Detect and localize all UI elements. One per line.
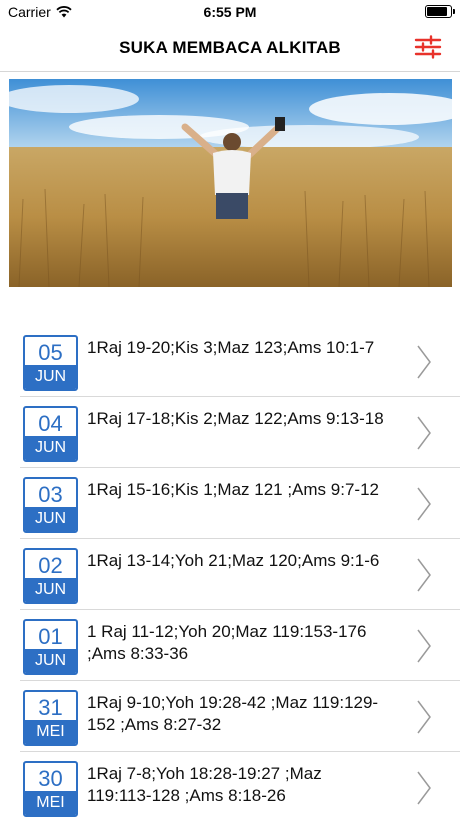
filter-button[interactable] [414, 35, 442, 59]
date-badge: 30 MEI [23, 761, 78, 817]
list-item[interactable]: 02 JUN 1Raj 13-14;Yoh 21;Maz 120;Ams 9:1-6 [20, 539, 460, 610]
date-badge: 01 JUN [23, 619, 78, 675]
chevron-right-icon [417, 771, 431, 805]
chevron-right-icon [417, 487, 431, 521]
list-item[interactable]: 04 JUN 1Raj 17-18;Kis 2;Maz 122;Ams 9:13-1… [20, 397, 460, 468]
status-time: 6:55 PM [203, 4, 257, 20]
list-item[interactable]: 01 JUN 1 Raj 11-12;Yoh 20;Maz 119:153-176 … [20, 610, 460, 681]
chevron-right-icon [417, 416, 431, 450]
reading-passages: 1Raj 7-8;Yoh 18:28-19:27 ;Maz 119:113-12… [87, 764, 322, 805]
battery-icon [425, 5, 455, 18]
date-badge: 02 JUN [23, 548, 78, 604]
date-month: JUN [25, 649, 76, 673]
list-item[interactable]: 30 MEI 1Raj 7-8;Yoh 18:28-19:27 ;Maz 119:1… [20, 752, 460, 818]
date-month: MEI [25, 720, 76, 744]
list-item[interactable]: 05 JUN 1Raj 19-20;Kis 3;Maz 123;Ams 10:1-7 [20, 326, 460, 397]
battery-level [427, 7, 447, 16]
navigation-bar: SUKA MEMBACA ALKITAB [0, 24, 460, 72]
date-badge: 05 JUN [23, 335, 78, 391]
reading-passages: 1Raj 9-10;Yoh 19:28-42 ;Maz 119:129-152 … [87, 693, 379, 734]
date-month: JUN [25, 507, 76, 531]
sliders-icon [414, 35, 442, 59]
page-title: SUKA MEMBACA ALKITAB [119, 38, 341, 57]
date-day: 01 [38, 624, 63, 649]
reading-passages: 1 Raj 11-12;Yoh 20;Maz 119:153-176 ;Ams … [87, 622, 367, 663]
reading-plan-list: 05 JUN 1Raj 19-20;Kis 3;Maz 123;Ams 10:1-7… [0, 326, 460, 818]
date-month: JUN [25, 436, 76, 460]
chevron-right-icon [417, 558, 431, 592]
date-day: 04 [38, 411, 63, 436]
date-month: JUN [25, 365, 76, 389]
date-badge: 04 JUN [23, 406, 78, 462]
date-day: 02 [38, 553, 63, 578]
chevron-right-icon [417, 345, 431, 379]
chevron-right-icon [417, 629, 431, 663]
hero-image [9, 79, 452, 287]
date-month: JUN [25, 578, 76, 602]
reading-passages: 1Raj 15-16;Kis 1;Maz 121 ;Ams 9:7-12 [87, 480, 379, 499]
status-bar: Carrier 6:55 PM [0, 0, 460, 24]
date-month: MEI [25, 791, 76, 815]
date-badge: 03 JUN [23, 477, 78, 533]
date-day: 30 [38, 766, 63, 791]
date-badge: 31 MEI [23, 690, 78, 746]
date-day: 05 [38, 340, 63, 365]
reading-passages: 1Raj 13-14;Yoh 21;Maz 120;Ams 9:1-6 [87, 551, 380, 570]
date-day: 03 [38, 482, 63, 507]
date-day: 31 [38, 695, 63, 720]
chevron-right-icon [417, 700, 431, 734]
wheat-field-illustration [9, 79, 452, 287]
list-item[interactable]: 31 MEI 1Raj 9-10;Yoh 19:28-42 ;Maz 119:129… [20, 681, 460, 752]
list-item[interactable]: 03 JUN 1Raj 15-16;Kis 1;Maz 121 ;Ams 9:7-1… [20, 468, 460, 539]
reading-passages: 1Raj 17-18;Kis 2;Maz 122;Ams 9:13-18 [87, 409, 384, 428]
reading-passages: 1Raj 19-20;Kis 3;Maz 123;Ams 10:1-7 [87, 338, 375, 357]
